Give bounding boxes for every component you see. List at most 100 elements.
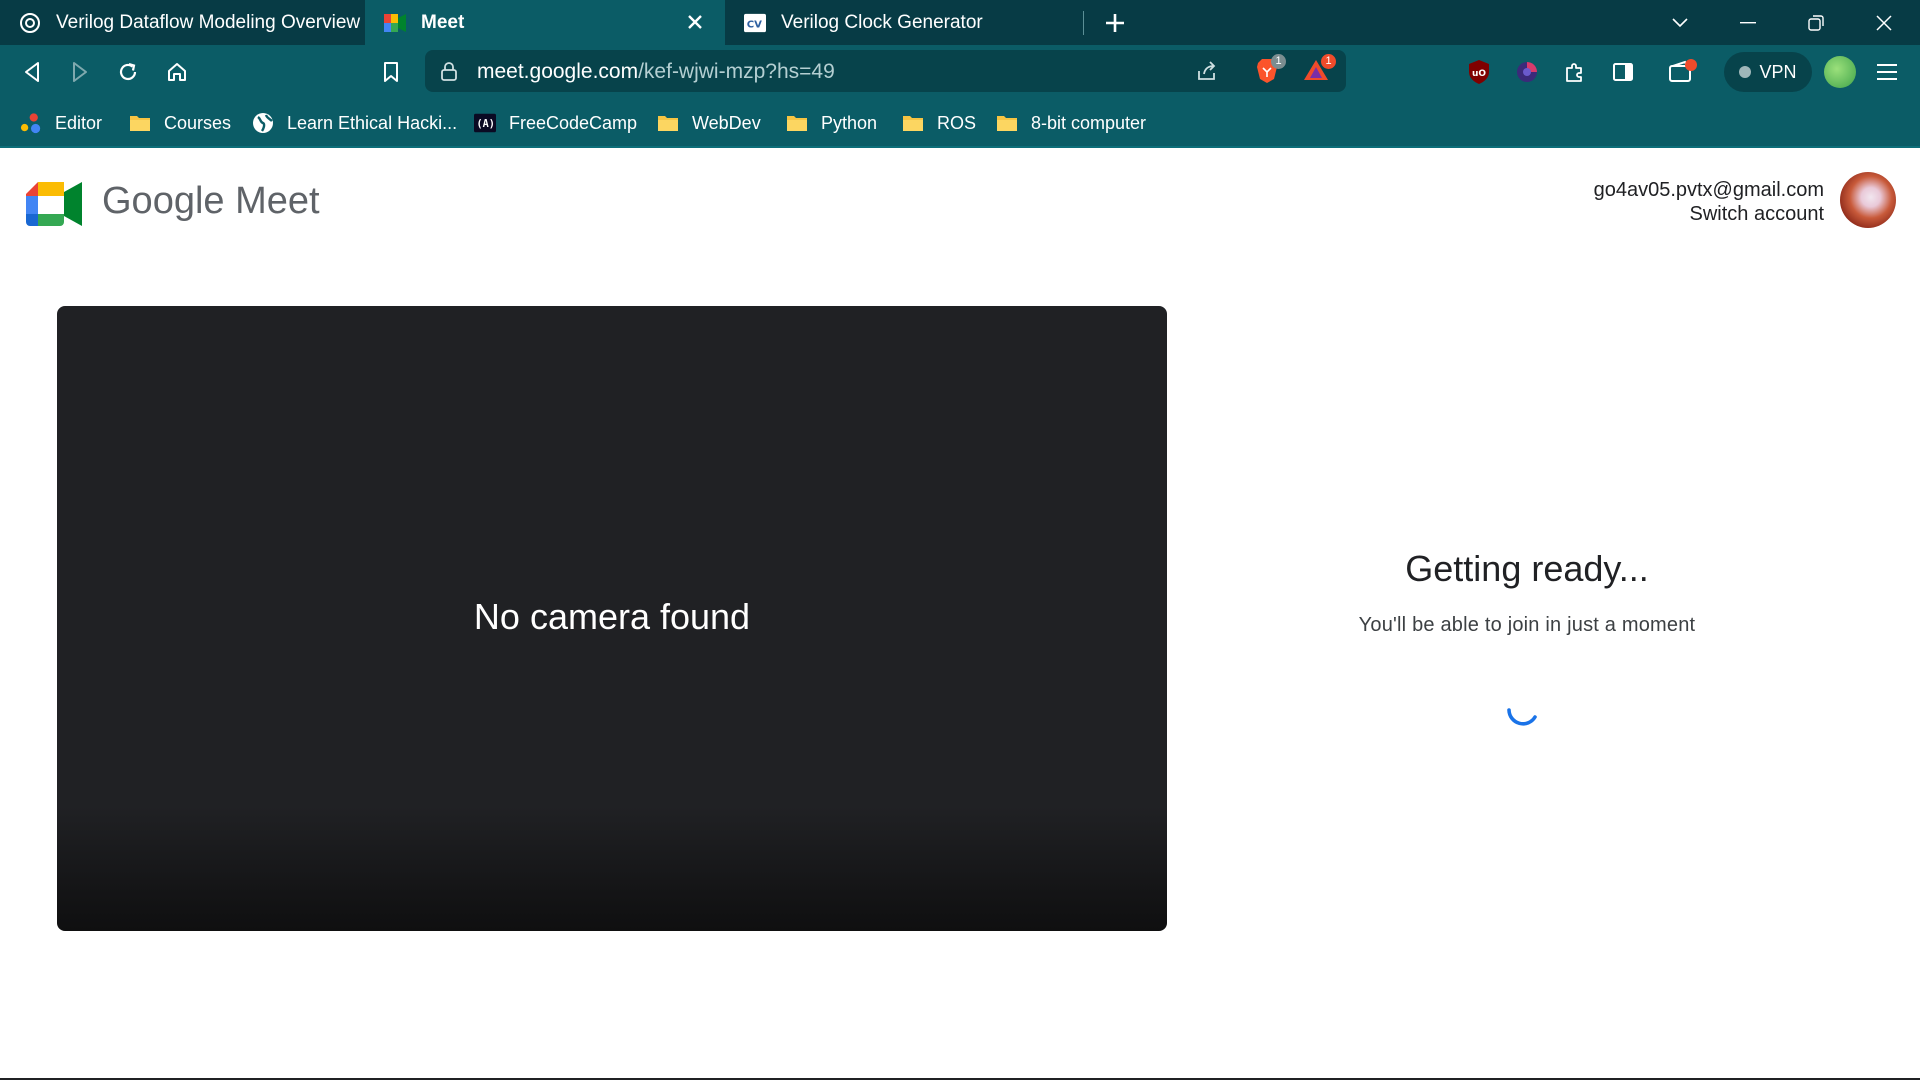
folder-icon	[786, 113, 808, 133]
brave-rewards-button[interactable]: 1	[1303, 54, 1336, 87]
extensions-menu-button[interactable]	[1560, 57, 1590, 87]
globe-icon	[252, 113, 274, 133]
sidebar-toggle-button[interactable]	[1608, 57, 1638, 87]
folder-icon	[902, 113, 924, 133]
close-window-button[interactable]	[1850, 0, 1918, 45]
browser-menu-button[interactable]	[1872, 57, 1902, 87]
google-meet-wordmark: Google Meet	[102, 180, 320, 223]
bookmark-label: Editor	[55, 112, 103, 133]
shields-count-badge: 1	[1271, 54, 1286, 69]
cv-icon: CV	[744, 12, 766, 34]
url-path: /kef-wjwi-mzp?hs=49	[638, 60, 835, 83]
svg-text:CV: CV	[747, 19, 762, 30]
restore-icon	[1808, 14, 1824, 31]
forward-button[interactable]	[63, 55, 97, 89]
google-meet-logo-icon[interactable]	[26, 180, 82, 233]
forward-icon	[73, 62, 87, 82]
tab-bar: Verilog Dataflow Modeling Overview Meet …	[0, 0, 1920, 45]
minimize-button[interactable]	[1714, 0, 1782, 45]
status-subtitle: You'll be able to join in just a moment	[1358, 614, 1696, 636]
navigation-bar: meet.google.com/kef-wjwi-mzp?hs=49 1 1 u…	[0, 45, 1920, 100]
brave-shields-button[interactable]: 1	[1255, 54, 1286, 89]
close-icon	[1876, 14, 1892, 31]
url-text[interactable]: meet.google.com/kef-wjwi-mzp?hs=49	[477, 60, 835, 84]
bookmark-page-button[interactable]	[374, 55, 408, 89]
bookmarks-bar: Editor Courses Learn Ethical Hacki... (A…	[0, 100, 1920, 148]
video-preview: No camera found	[57, 306, 1167, 931]
folder-icon	[129, 113, 151, 133]
tab-meet[interactable]: Meet	[365, 0, 725, 45]
extension-orb-icon	[1517, 62, 1537, 82]
google-meet-icon	[384, 12, 406, 34]
back-icon	[25, 62, 39, 82]
rewards-count-badge: 1	[1321, 54, 1336, 69]
bookmark-8-bit-computer[interactable]: 8-bit computer	[996, 100, 1146, 146]
bookmark-editor[interactable]: Editor	[20, 100, 102, 146]
share-icon[interactable]	[1195, 59, 1219, 88]
vpn-button[interactable]: VPN	[1724, 52, 1812, 92]
ublock-extension-button[interactable]: uO	[1464, 57, 1494, 87]
sidebar-icon	[1613, 63, 1633, 81]
chatgpt-icon	[19, 12, 41, 34]
bookmark-label: WebDev	[692, 112, 761, 133]
tab-title: Verilog Dataflow Modeling Overview	[56, 11, 361, 33]
bookmark-learn-ethical-hacking[interactable]: Learn Ethical Hacki...	[252, 100, 457, 146]
folder-icon	[996, 113, 1018, 133]
address-bar[interactable]: meet.google.com/kef-wjwi-mzp?hs=49 1 1	[425, 50, 1346, 92]
folder-icon	[657, 113, 679, 133]
wallet-icon	[1669, 59, 1697, 82]
bookmark-python[interactable]: Python	[786, 100, 877, 146]
tab-separator	[1083, 11, 1084, 35]
wordmark-google: Google	[102, 180, 225, 222]
home-button[interactable]	[160, 55, 194, 89]
freecodecamp-icon: (A)	[474, 113, 496, 133]
wordmark-meet: Meet	[235, 180, 320, 222]
restore-button[interactable]	[1782, 0, 1850, 45]
tab-title: Meet	[421, 11, 465, 33]
hamburger-menu-icon	[1877, 64, 1897, 80]
vpn-status-icon	[1739, 66, 1752, 78]
switch-account-link[interactable]: Switch account	[1594, 202, 1824, 226]
bookmark-label: Python	[821, 112, 878, 133]
reload-button[interactable]	[111, 55, 145, 89]
browser-profile-icon[interactable]	[1824, 56, 1856, 88]
reload-icon	[119, 62, 137, 81]
bookmark-label: ROS	[937, 112, 977, 133]
bookmark-label: FreeCodeCamp	[509, 112, 638, 133]
account-info: go4av05.pvtx@gmail.com Switch account	[1594, 178, 1824, 226]
puzzle-icon	[1566, 63, 1582, 82]
minimize-icon	[1740, 21, 1756, 23]
tab-verilog-clock[interactable]: CV Verilog Clock Generator	[725, 0, 1085, 45]
join-status-panel: Getting ready... You'll be able to join …	[1227, 548, 1827, 637]
extension-button[interactable]	[1512, 57, 1542, 87]
bookmark-courses[interactable]: Courses	[129, 100, 231, 146]
loading-spinner-icon	[1505, 692, 1541, 728]
close-tab-button[interactable]	[683, 10, 707, 34]
tab-verilog-dataflow[interactable]: Verilog Dataflow Modeling Overview	[0, 0, 365, 45]
chevron-down-icon	[1672, 17, 1688, 27]
svg-text:uO: uO	[1472, 69, 1486, 79]
no-camera-message: No camera found	[473, 596, 751, 637]
back-button[interactable]	[15, 55, 49, 89]
avatar[interactable]	[1840, 172, 1896, 228]
bookmark-label: 8-bit computer	[1031, 112, 1147, 133]
bookmark-webdev[interactable]: WebDev	[657, 100, 761, 146]
tab-search-button[interactable]	[1646, 0, 1714, 45]
bookmark-icon	[384, 62, 398, 82]
bookmark-freecodecamp[interactable]: (A) FreeCodeCamp	[474, 100, 637, 146]
tab-title: Verilog Clock Generator	[781, 11, 983, 33]
bookmark-ros[interactable]: ROS	[902, 100, 976, 146]
url-host: meet.google.com	[477, 60, 639, 83]
ublock-icon: uO	[1469, 60, 1489, 84]
new-tab-button[interactable]	[1100, 8, 1130, 38]
bookmark-label: Learn Ethical Hacki...	[287, 112, 458, 133]
vpn-label: VPN	[1759, 61, 1797, 82]
account-email: go4av05.pvtx@gmail.com	[1593, 179, 1824, 201]
lock-icon[interactable]	[440, 61, 458, 86]
home-icon	[168, 63, 186, 81]
wallet-button[interactable]	[1668, 57, 1698, 87]
status-title: Getting ready...	[1405, 548, 1649, 589]
bookmark-label: Courses	[164, 112, 232, 133]
svg-text:(A): (A)	[477, 119, 495, 130]
google-dots-icon	[20, 113, 42, 134]
